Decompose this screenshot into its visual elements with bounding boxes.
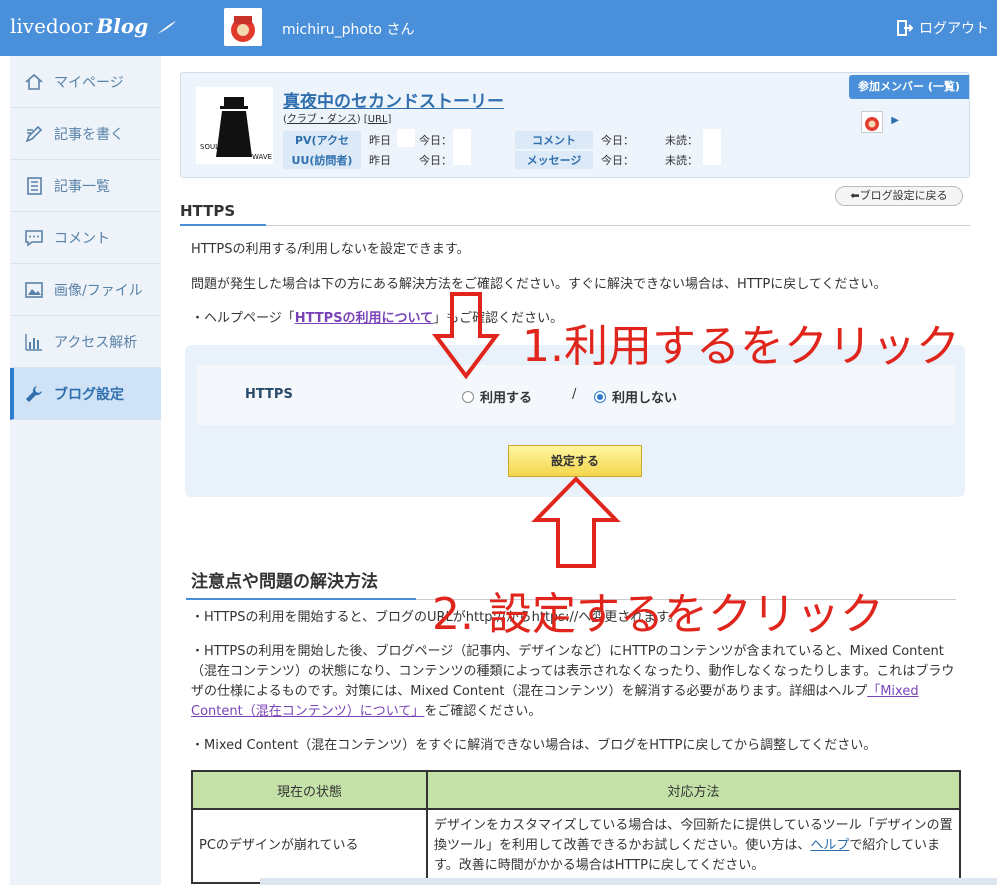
thumb-text-right: WAVE bbox=[252, 153, 272, 161]
sidebar-item-label: 記事一覧 bbox=[54, 178, 110, 195]
solutions-table: 現在の状態 対応方法 PCのデザインが崩れている デザインをカスタマイズしている… bbox=[191, 770, 961, 884]
table-header-row: 現在の状態 対応方法 bbox=[191, 770, 961, 810]
up-arrow-annotation-icon bbox=[531, 476, 621, 568]
section-divider bbox=[180, 224, 970, 226]
step1-annotation: 1.利用するをクリック bbox=[522, 321, 960, 372]
sidebar-item-write[interactable]: 記事を書く bbox=[10, 108, 161, 160]
help-link[interactable]: ヘルプ bbox=[810, 838, 849, 853]
message-today: 今日： bbox=[601, 154, 634, 167]
list-icon bbox=[27, 176, 42, 195]
feather-icon bbox=[156, 20, 176, 34]
logo-text: livedoor bbox=[10, 14, 93, 38]
sidebar-item-label: 記事を書く bbox=[54, 126, 124, 143]
step2-annotation: 2. 設定するをクリック bbox=[432, 589, 884, 640]
top-bar: livedoor Blog michiru_photo さん ログアウト bbox=[0, 0, 997, 56]
pen-icon bbox=[25, 125, 43, 142]
comment-unread: 未読： bbox=[665, 134, 698, 147]
redacted-value bbox=[453, 129, 471, 165]
sidebar-item-mypage[interactable]: マイページ bbox=[10, 56, 161, 108]
logout-button[interactable]: ログアウト bbox=[897, 18, 989, 38]
note-mixed-text: ・HTTPSの利用を開始した後、ブログページ（記事内、デザインなど）にHTTPの… bbox=[191, 644, 955, 699]
https-option-label: HTTPS bbox=[245, 387, 293, 402]
help-page-line: ・ヘルプページ「HTTPSの利用について」もご確認ください。 bbox=[191, 307, 563, 326]
wrench-icon bbox=[26, 385, 42, 402]
note-mixed-suffix: をご確認ください。 bbox=[424, 704, 542, 719]
sidebar-item-label: コメント bbox=[54, 230, 110, 247]
radio-separator: / bbox=[572, 387, 577, 402]
member-avatar[interactable] bbox=[861, 111, 883, 133]
sidebar-item-blog-settings[interactable]: ブログ設定 bbox=[10, 368, 161, 420]
back-button-label: ブログ設定に戻る bbox=[859, 189, 948, 202]
radio-button-off[interactable] bbox=[462, 390, 474, 403]
comment-icon bbox=[25, 229, 43, 247]
back-arrow-icon: ⬅ bbox=[850, 189, 860, 202]
uu-today: 今日： bbox=[419, 154, 452, 167]
redacted-value bbox=[397, 129, 415, 147]
pv-today: 今日： bbox=[419, 134, 452, 147]
https-description: HTTPSの利用する/利用しないを設定できます。 bbox=[191, 242, 470, 257]
sidebar-item-analytics[interactable]: アクセス解析 bbox=[10, 316, 161, 368]
column-header-state: 現在の状態 bbox=[191, 770, 428, 810]
note-mixed-content: ・HTTPSの利用を開始した後、ブログページ（記事内、デザインなど）にHTTPの… bbox=[191, 642, 961, 722]
member-avatar-image bbox=[865, 117, 879, 131]
table-row: PCのデザインが崩れている デザインをカスタマイズしている場合は、今回新たに提供… bbox=[191, 808, 961, 884]
avatar-image bbox=[224, 8, 262, 46]
sidebar-item-label: ブログ設定 bbox=[54, 386, 124, 403]
blog-category: (クラブ・ダンス) [URL] bbox=[283, 114, 392, 125]
image-icon bbox=[25, 281, 43, 298]
sidebar-item-label: 画像/ファイル bbox=[54, 282, 143, 299]
url-link[interactable]: URL bbox=[368, 114, 388, 125]
livedoor-blog-logo[interactable]: livedoor Blog bbox=[10, 14, 177, 38]
blog-thumbnail-image: SOUL WAVE bbox=[196, 87, 273, 164]
sidebar-item-comment[interactable]: コメント bbox=[10, 212, 161, 264]
user-avatar[interactable] bbox=[224, 8, 262, 46]
chart-icon bbox=[25, 333, 42, 351]
logo-blog-text: Blog bbox=[96, 14, 149, 38]
sidebar-item-label: マイページ bbox=[54, 74, 124, 91]
down-arrow-annotation-icon bbox=[432, 292, 500, 380]
uu-yesterday: 昨日 bbox=[369, 154, 391, 167]
thumb-text-left: SOUL bbox=[200, 143, 219, 151]
comment-today: 今日： bbox=[601, 134, 634, 147]
uu-label: UU(訪問者) bbox=[283, 151, 361, 169]
radio-use-label: 利用する bbox=[480, 391, 533, 406]
sidebar-item-articles[interactable]: 記事一覧 bbox=[10, 160, 161, 212]
logout-icon bbox=[897, 20, 913, 36]
message-stat-label: メッセージ bbox=[515, 151, 593, 169]
radio-not-use-label: 利用しない bbox=[612, 391, 678, 406]
radio-use-https[interactable]: 利用する bbox=[462, 387, 532, 406]
pv-yesterday: 昨日 bbox=[369, 134, 391, 147]
blog-thumbnail[interactable]: SOUL WAVE bbox=[196, 87, 273, 164]
https-problem-note: 問題が発生した場合は下の方にある解決方法をご確認ください。すぐに解決できない場合… bbox=[191, 277, 887, 292]
https-section-title: HTTPS bbox=[180, 202, 236, 220]
message-unread: 未読： bbox=[665, 154, 698, 167]
back-to-blog-settings-button[interactable]: ⬅ブログ設定に戻る bbox=[835, 186, 963, 206]
home-icon bbox=[25, 73, 43, 90]
logout-label: ログアウト bbox=[919, 21, 989, 37]
https-help-link[interactable]: HTTPSの利用について bbox=[295, 311, 433, 326]
bottom-scroll-bar[interactable] bbox=[260, 878, 997, 885]
comment-stat-label: コメント bbox=[515, 131, 593, 149]
notes-section-title: 注意点や問題の解決方法 bbox=[191, 572, 378, 592]
sidebar-item-label: アクセス解析 bbox=[54, 334, 138, 351]
username: michiru_photo さん bbox=[282, 22, 415, 38]
sidebar: マイページ 記事を書く 記事一覧 コメント 画像/ファイル アクセス解析 ブログ… bbox=[10, 56, 161, 885]
note-revert-http: ・Mixed Content（混在コンテンツ）をすぐに解消できない場合は、ブログ… bbox=[191, 738, 877, 753]
radio-not-use-https[interactable]: 利用しない bbox=[594, 387, 677, 406]
https-option-row: HTTPS 利用する / 利用しない bbox=[197, 365, 955, 425]
state-cell: PCのデザインが崩れている bbox=[191, 808, 428, 884]
redacted-value bbox=[703, 129, 721, 165]
chevron-right-icon[interactable]: ▶ bbox=[891, 115, 899, 126]
blog-profile-panel: SOUL WAVE 真夜中のセカンドストーリー (クラブ・ダンス) [URL] … bbox=[180, 72, 970, 178]
column-header-solution: 対応方法 bbox=[426, 770, 961, 810]
members-list-button[interactable]: 参加メンバー (一覧) bbox=[849, 75, 969, 99]
submit-settings-button[interactable]: 設定する bbox=[508, 445, 642, 477]
category-link[interactable]: クラブ・ダンス bbox=[287, 114, 357, 125]
help-prefix: ・ヘルプページ「 bbox=[191, 311, 295, 326]
sidebar-item-images[interactable]: 画像/ファイル bbox=[10, 264, 161, 316]
solution-cell: デザインをカスタマイズしている場合は、今回新たに提供しているツール「デザインの置… bbox=[426, 808, 961, 884]
blog-title-link[interactable]: 真夜中のセカンドストーリー bbox=[283, 87, 504, 112]
radio-button-on[interactable] bbox=[594, 390, 606, 403]
